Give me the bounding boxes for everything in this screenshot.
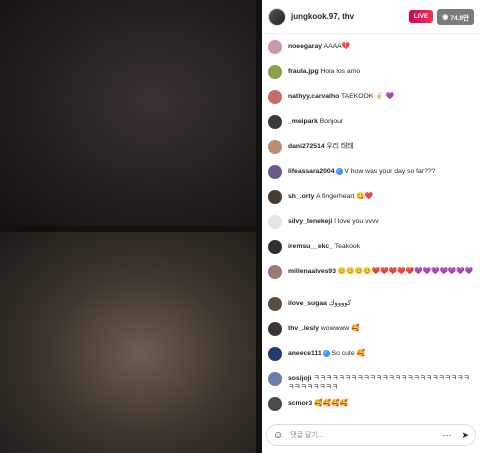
comment-body: thv_.lesly wowwww 🥰	[288, 320, 360, 333]
commenter-avatar[interactable]	[268, 347, 282, 361]
comment-text: TAEKOOK ✌🏻 💜	[341, 93, 395, 100]
comment-body: ilove_sugaa كووووك	[288, 295, 351, 308]
comment-item: millenaalves93 😊😊😊😊❤️❤️❤️❤️❤️💜💜💜💜💜💜💜	[262, 263, 480, 295]
commenter-avatar[interactable]	[268, 190, 282, 204]
comment-input[interactable]: 댓글 달기...	[290, 430, 432, 440]
commenter-avatar[interactable]	[268, 40, 282, 54]
commenter-avatar[interactable]	[268, 297, 282, 311]
commenter-avatar[interactable]	[268, 90, 282, 104]
comment-item: ilove_sugaa كووووك	[262, 295, 480, 320]
guest-video-feed	[0, 232, 256, 453]
comment-body: aneece111 ✓ So cute 🥰	[288, 345, 365, 358]
comment-text: wowwww 🥰	[320, 325, 360, 332]
commenter-avatar[interactable]	[268, 397, 282, 411]
live-header: jungkook.97, thv LIVE ◉ 74.9만	[262, 0, 480, 34]
comment-item: lifeassara2004 ✓ V how was your day so fa…	[262, 163, 480, 188]
emoji-icon[interactable]: ☺	[273, 430, 283, 441]
comment-text: A fingerheart 😋❤️	[315, 193, 374, 200]
commenter-username[interactable]: noeegaray	[288, 43, 322, 50]
commenter-username[interactable]: nathyy.carvalho	[288, 93, 339, 100]
comment-body: noeegaray AAAA💔	[288, 38, 350, 51]
commenter-username[interactable]: dani272514	[288, 143, 325, 150]
comment-body: dani272514 우리 태태	[288, 138, 353, 151]
comment-text: Teakook	[334, 243, 361, 250]
comment-body: lifeassara2004 ✓ V how was your day so fa…	[288, 163, 435, 176]
comment-text: AAAA💔	[323, 43, 351, 50]
commenter-avatar[interactable]	[268, 65, 282, 79]
comment-body: scmor3 🥰🥰🥰🥰	[288, 395, 348, 408]
comment-item: sh_.orty A fingerheart 😋❤️	[262, 188, 480, 213]
comment-text: I love you vvvv	[334, 218, 379, 225]
comment-item: _meipark Bonjour	[262, 113, 480, 138]
comment-body: silvy_tenekeji I love you vvvv	[288, 213, 379, 226]
commenter-username[interactable]: sh_.orty	[288, 193, 314, 200]
host-video-feed	[0, 0, 256, 226]
comment-item: nathyy.carvalho TAEKOOK ✌🏻 💜	[262, 88, 480, 113]
comment-body: fraula.jpg Hola los amo	[288, 63, 360, 76]
comment-item: fraula.jpg Hola los amo	[262, 63, 480, 88]
live-side-panel: jungkook.97, thv LIVE ◉ 74.9만 noeegaray …	[262, 0, 480, 453]
comment-body: sosijoji ㅋㅋㅋㅋㅋㅋㅋㅋㅋㅋㅋㅋㅋㅋㅋㅋㅋㅋㅋㅋㅋㅋㅋㅋㅋㅋㅋㅋㅋㅋㅋ…	[288, 370, 474, 392]
comment-text: So cute 🥰	[331, 350, 365, 357]
comment-item: dani272514 우리 태태	[262, 138, 480, 163]
commenter-username[interactable]: sosijoji	[288, 375, 311, 382]
comment-text: كووووك	[328, 300, 352, 307]
commenter-avatar[interactable]	[268, 165, 282, 179]
verified-badge-icon: ✓	[335, 167, 343, 175]
comment-body: sh_.orty A fingerheart 😋❤️	[288, 188, 373, 201]
comment-body: nathyy.carvalho TAEKOOK ✌🏻 💜	[288, 88, 394, 101]
commenter-avatar[interactable]	[268, 115, 282, 129]
comment-text: 우리 태태	[326, 143, 354, 150]
commenter-avatar[interactable]	[268, 322, 282, 336]
commenter-avatar[interactable]	[268, 372, 282, 386]
commenter-username[interactable]: _meipark	[288, 118, 318, 125]
comment-text: V how was your day so far???	[344, 168, 436, 175]
comment-item: scmor3 🥰🥰🥰🥰	[262, 395, 480, 416]
commenter-username[interactable]: millenaalves93	[288, 268, 336, 275]
comment-item: noeegaray AAAA💔	[262, 38, 480, 63]
comment-item: iremsu__ekc_ Teakook	[262, 238, 480, 263]
commenter-username[interactable]: aneece111	[288, 350, 322, 357]
verified-badge-icon: ✓	[322, 349, 330, 357]
comment-body: millenaalves93 😊😊😊😊❤️❤️❤️❤️❤️💜💜💜💜💜💜💜	[288, 263, 473, 276]
live-video-area	[0, 0, 262, 453]
viewer-count: 74.9만	[450, 14, 469, 22]
commenter-username[interactable]: ilove_sugaa	[288, 300, 327, 307]
comment-item: silvy_tenekeji I love you vvvv	[262, 213, 480, 238]
comment-body: _meipark Bonjour	[288, 113, 343, 126]
comment-text: Bonjour	[319, 118, 344, 125]
host-avatar[interactable]	[268, 7, 286, 26]
commenter-username[interactable]: lifeassara2004	[288, 168, 335, 175]
commenter-username[interactable]: iremsu__ekc_	[288, 243, 333, 250]
commenter-avatar[interactable]	[268, 215, 282, 229]
comment-text: 🥰🥰🥰🥰	[314, 400, 348, 407]
send-icon[interactable]: ➤	[461, 430, 469, 441]
commenter-username[interactable]: fraula.jpg	[288, 68, 319, 75]
host-name[interactable]: jungkook.97, thv	[291, 12, 409, 21]
comment-item: sosijoji ㅋㅋㅋㅋㅋㅋㅋㅋㅋㅋㅋㅋㅋㅋㅋㅋㅋㅋㅋㅋㅋㅋㅋㅋㅋㅋㅋㅋㅋㅋㅋ…	[262, 370, 480, 395]
commenter-avatar[interactable]	[268, 240, 282, 254]
live-badge: LIVE	[408, 10, 434, 23]
eye-icon: ◉	[442, 13, 449, 21]
commenter-username[interactable]: scmor3	[288, 400, 312, 407]
commenter-username[interactable]: thv_.lesly	[288, 325, 319, 332]
comment-item: aneece111 ✓ So cute 🥰	[262, 345, 480, 370]
comment-list[interactable]: noeegaray AAAA💔 fraula.jpg Hola los amo na…	[262, 38, 480, 416]
comment-composer[interactable]: ☺ 댓글 달기... ⋯ ➤	[266, 424, 476, 446]
more-options-icon[interactable]: ⋯	[442, 430, 451, 441]
viewer-count-badge: ◉ 74.9만	[437, 8, 474, 25]
comment-text: 😊😊😊😊❤️❤️❤️❤️❤️💜💜💜💜💜💜💜	[337, 268, 474, 275]
comment-item: thv_.lesly wowwww 🥰	[262, 320, 480, 345]
commenter-avatar[interactable]	[268, 140, 282, 154]
commenter-username[interactable]: silvy_tenekeji	[288, 218, 332, 225]
comment-text: Hola los amo	[320, 68, 361, 75]
commenter-avatar[interactable]	[268, 265, 282, 279]
comment-body: iremsu__ekc_ Teakook	[288, 238, 360, 251]
comment-text: ㅋㅋㅋㅋㅋㅋㅋㅋㅋㅋㅋㅋㅋㅋㅋㅋㅋㅋㅋㅋㅋㅋㅋㅋㅋㅋㅋㅋㅋㅋㅋㅋㅋ	[288, 375, 470, 391]
